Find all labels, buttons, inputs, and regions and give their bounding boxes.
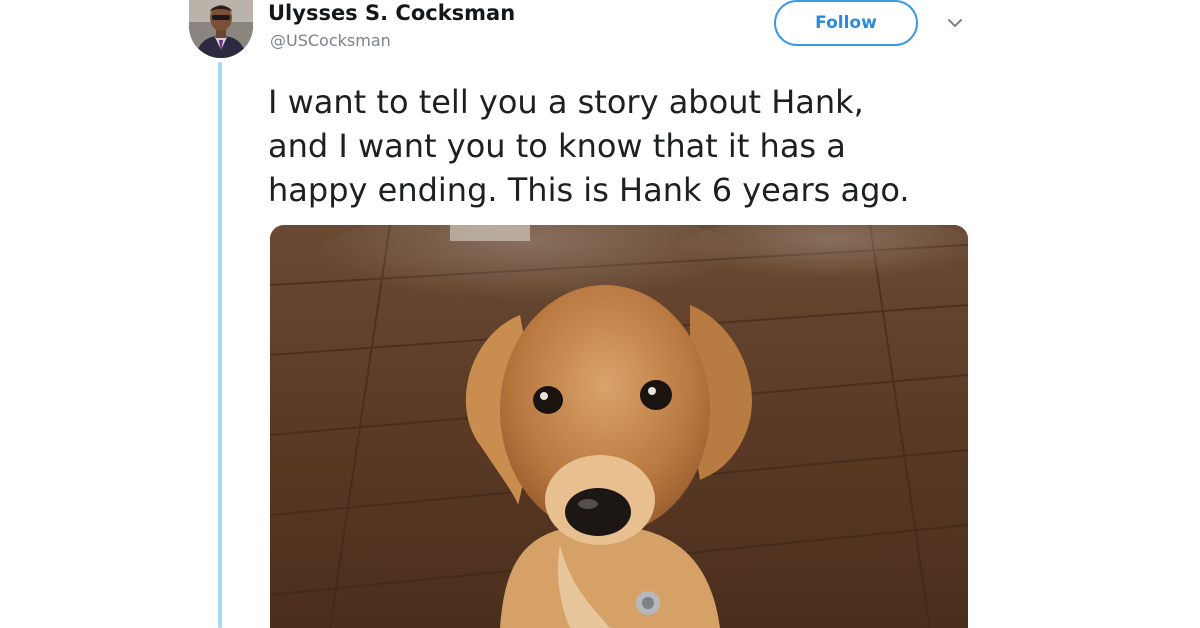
tweet-text-line: and I want you to know that it has a — [268, 127, 846, 165]
chevron-down-icon[interactable] — [946, 15, 964, 29]
tweet-text-line: happy ending. This is Hank 6 years ago. — [268, 171, 910, 209]
puppy-photo-icon — [270, 225, 968, 628]
tweet-text-line: I want to tell you a story about Hank, — [268, 83, 864, 121]
follow-button[interactable]: Follow — [774, 0, 918, 46]
author-avatar[interactable] — [189, 0, 253, 58]
tweet-photo[interactable] — [270, 225, 968, 628]
thread-connector-line — [218, 62, 222, 628]
author-handle[interactable]: @USCocksman — [270, 31, 391, 51]
tweet-text: I want to tell you a story about Hank, a… — [268, 80, 968, 212]
author-display-name[interactable]: Ulysses S. Cocksman — [268, 0, 515, 26]
tweet-card: Ulysses S. Cocksman @USCocksman Follow I… — [0, 0, 1200, 628]
